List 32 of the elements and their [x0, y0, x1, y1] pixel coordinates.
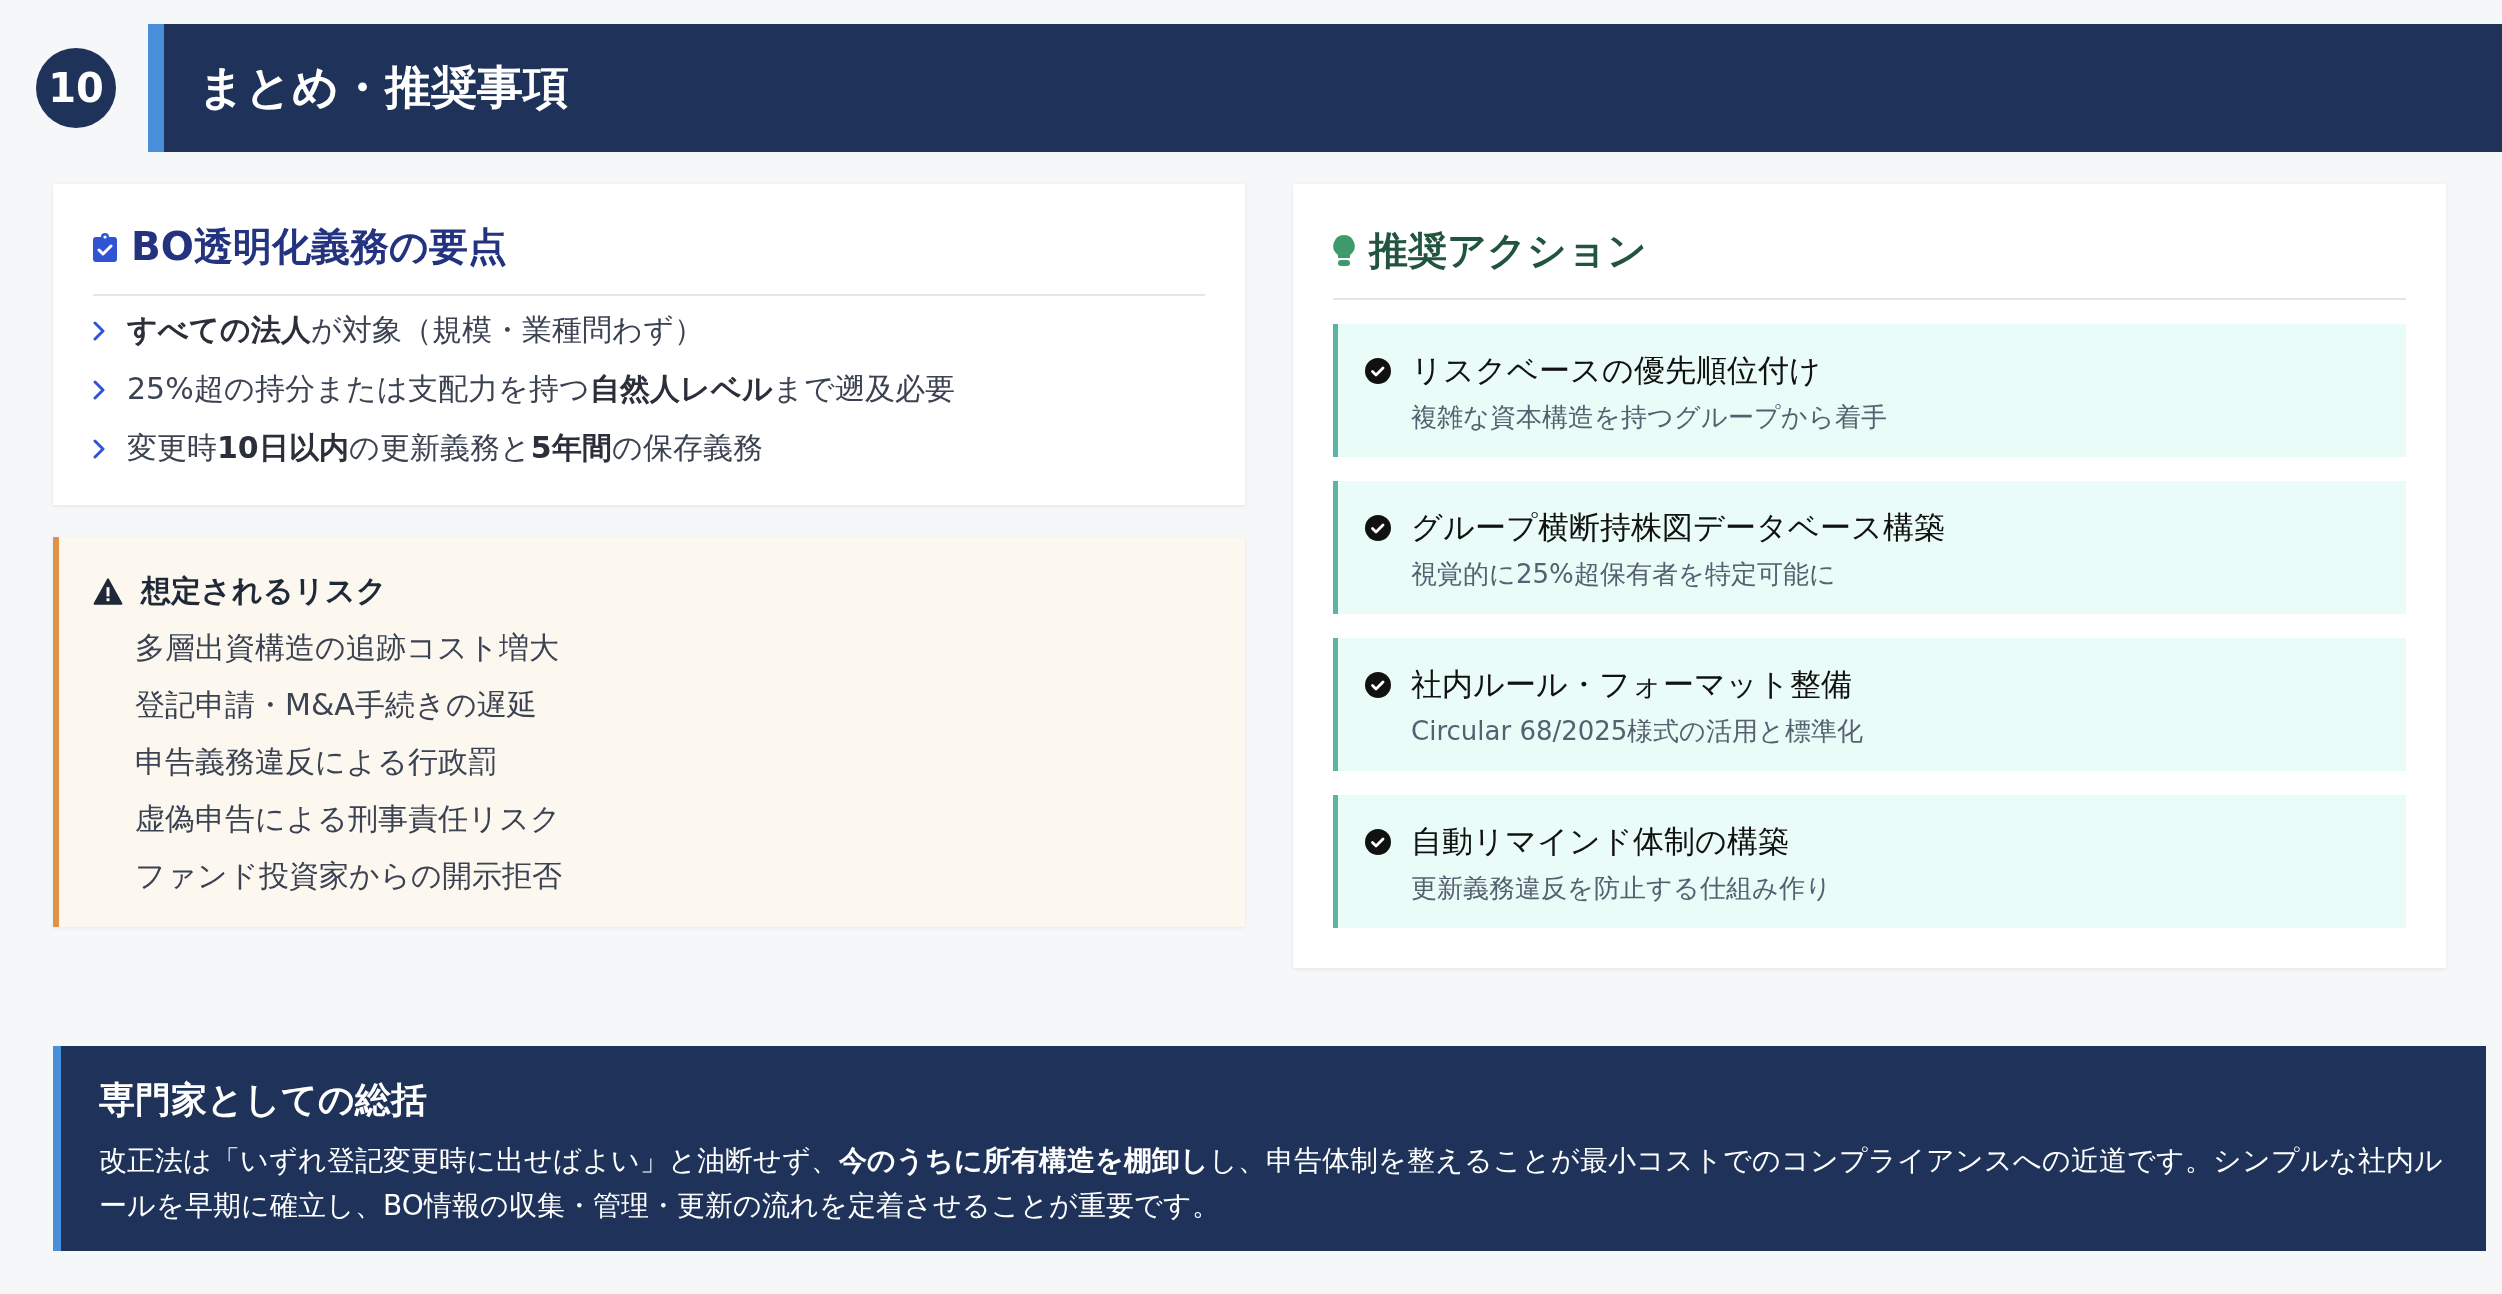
- section-number-badge: 10: [36, 48, 116, 128]
- action-detail: 視覚的に25%超保有者を特定可能に: [1411, 558, 1837, 591]
- check-circle-icon: [1365, 515, 1391, 541]
- summary-title: 専門家としての総括: [99, 1078, 428, 1122]
- check-circle-icon: [1365, 358, 1391, 384]
- chevron-right-icon: [93, 320, 105, 341]
- card-title: 推奨アクション: [1369, 227, 1647, 275]
- action-detail: 更新義務違反を防止する仕組み作り: [1411, 872, 1832, 905]
- clipboard-check-icon: [93, 232, 117, 262]
- action-detail: 複雑な資本構造を持つグループから着手: [1411, 401, 1887, 434]
- check-circle-icon: [1365, 672, 1391, 698]
- summary-text: 改正法は「いずれ登記変更時に出せばよい」と油断せず、今のうちに所有構造を棚卸しし、申告体制を整えることが最小コストでのコンプライアンスへの近道です。シンプルな社内ルールを早期に確立し、BO情報の収集・管理・更新の流れを定着させることが重要です。: [99, 1143, 2444, 1224]
- lightbulb-icon: [1333, 235, 1355, 267]
- risk-title: 想定されるリスク: [141, 572, 387, 610]
- card-title: BO透明化義務の要点: [131, 223, 507, 271]
- action-title: 自動リマインド体制の構築: [1411, 822, 1790, 861]
- chevron-right-icon: [93, 379, 105, 400]
- key-point-text: 25%超の持分または支配力を持つ自然人レベルまで遡及必要: [127, 370, 955, 408]
- warning-icon: [93, 578, 123, 605]
- risk-item: 申告義務違反による行政罰: [135, 743, 499, 781]
- risk-item: ファンド投資家からの開示拒否: [135, 857, 563, 895]
- risk-item: 多層出資構造の追跡コスト増大: [135, 629, 560, 667]
- check-circle-icon: [1365, 829, 1391, 855]
- action-title: リスクベースの優先順位付け: [1411, 351, 1822, 390]
- risk-item: 虚偽申告による刑事責任リスク: [135, 800, 562, 838]
- action-title: 社内ルール・フォーマット整備: [1411, 665, 1853, 704]
- action-detail: Circular 68/2025様式の活用と標準化: [1411, 715, 1864, 748]
- action-title: グループ横断持株図データベース構築: [1411, 508, 1945, 547]
- chevron-right-icon: [93, 438, 105, 459]
- risk-item: 登記申請・M&A手続きの遅延: [135, 686, 538, 724]
- section-title: まとめ・推奨事項: [198, 59, 569, 116]
- key-point-text: すべての法人が対象（規模・業種問わず）: [127, 311, 704, 349]
